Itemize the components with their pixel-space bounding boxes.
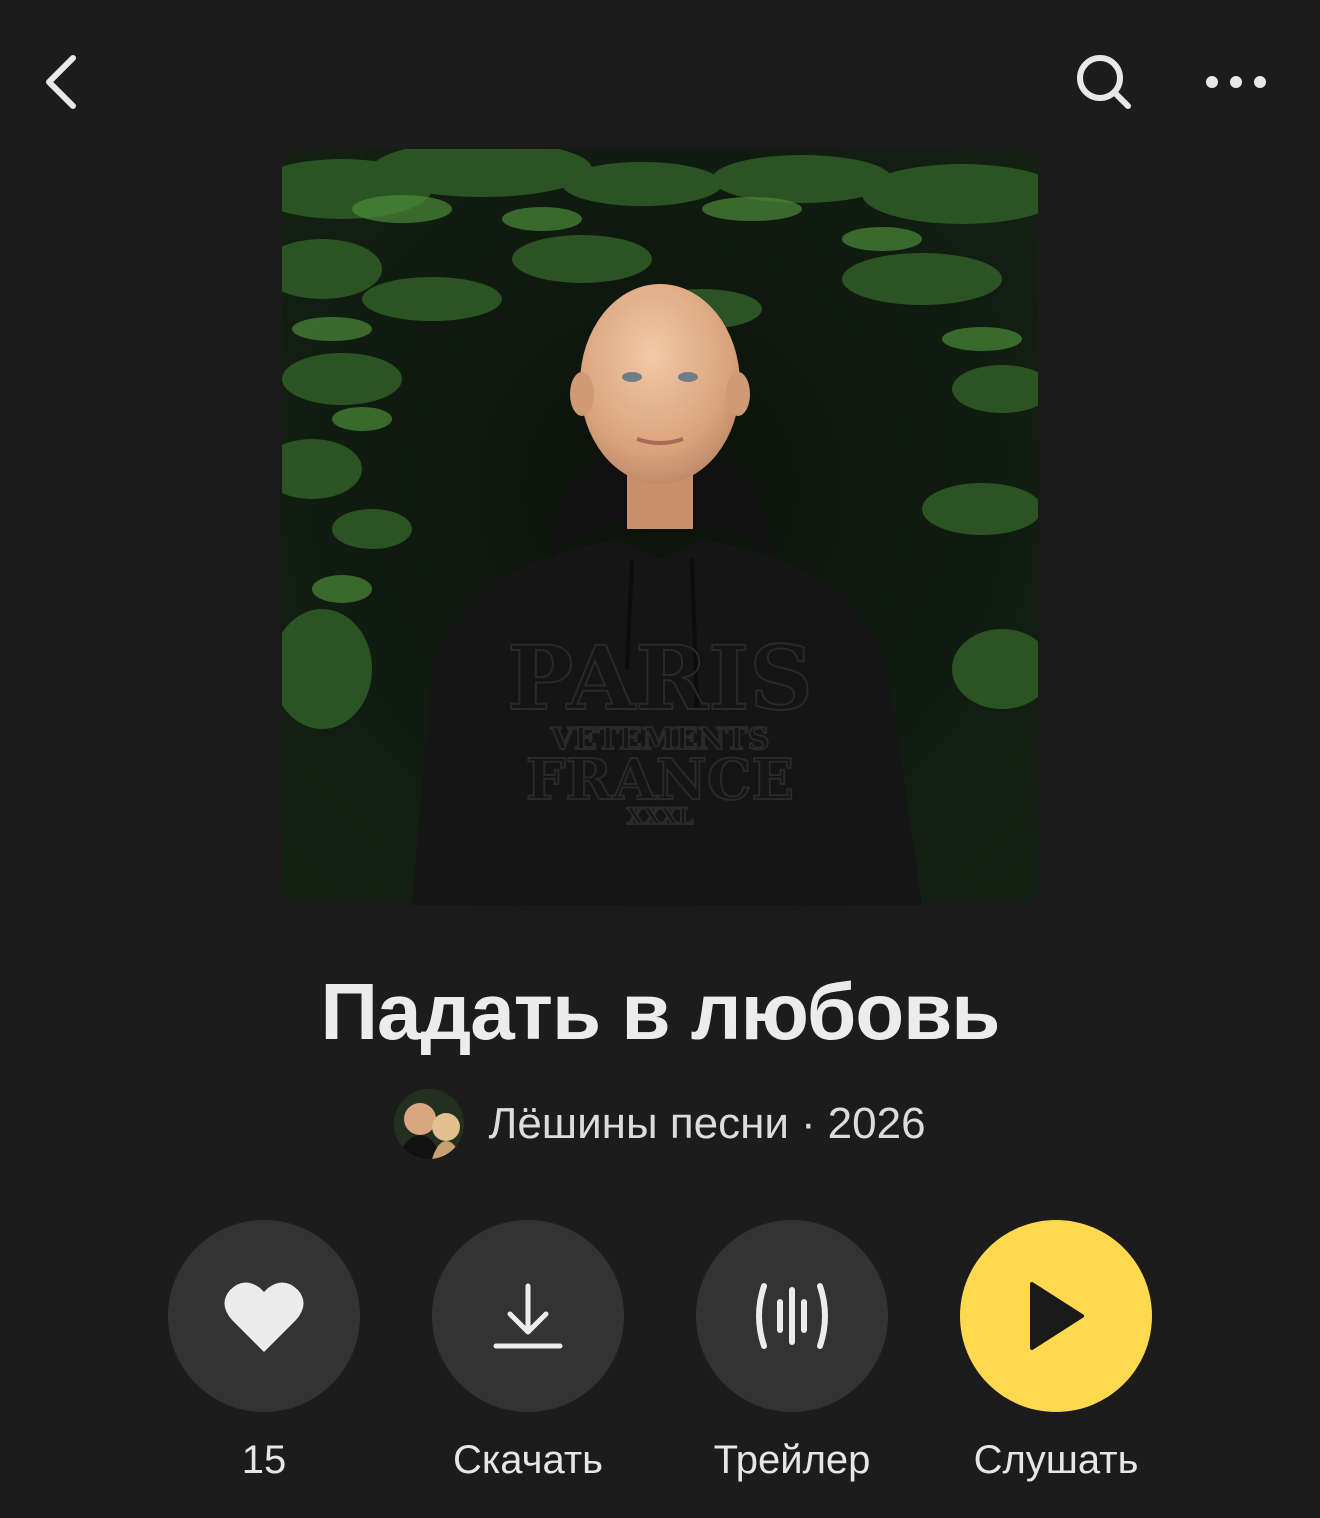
trailer-action: Трейлер xyxy=(672,1220,912,1483)
heart-icon xyxy=(224,1282,304,1352)
release-year: 2026 xyxy=(827,1099,926,1148)
album-cover: PARIS VETEMENTS FRANCE XXXL xyxy=(282,149,1038,905)
hoodie-text-paris: PARIS xyxy=(507,626,813,730)
artist-avatar[interactable] xyxy=(394,1089,465,1159)
album-cover-image: PARIS VETEMENTS FRANCE XXXL xyxy=(282,149,1038,905)
play-icon xyxy=(1030,1282,1084,1350)
back-button[interactable] xyxy=(22,40,106,124)
album-screen: PARIS VETEMENTS FRANCE XXXL Падать в люб… xyxy=(0,0,1320,1518)
artist-row[interactable]: Лёшины песни · 2026 xyxy=(0,1088,1320,1160)
trailer-label: Трейлер xyxy=(713,1438,871,1482)
trailer-button[interactable] xyxy=(696,1220,888,1412)
play-label: Слушать xyxy=(973,1438,1139,1482)
chevron-left-icon xyxy=(46,55,76,109)
play-action: Слушать xyxy=(936,1220,1176,1483)
download-button[interactable] xyxy=(432,1220,624,1412)
download-label: Скачать xyxy=(453,1438,603,1482)
more-dots-icon xyxy=(1206,76,1266,88)
trailer-waveform-icon xyxy=(756,1283,828,1349)
meta-separator: · xyxy=(801,1099,816,1148)
download-icon xyxy=(493,1283,563,1349)
album-title: Падать в любовь xyxy=(320,967,1001,1056)
like-button[interactable] xyxy=(168,1220,360,1412)
like-action: 15 xyxy=(144,1220,384,1483)
more-options-button[interactable] xyxy=(1194,40,1278,124)
like-count: 15 xyxy=(241,1438,287,1482)
play-button[interactable] xyxy=(960,1220,1152,1412)
hoodie-text-size: XXXL xyxy=(627,804,694,830)
artist-meta: Лёшины песни · 2026 xyxy=(488,1099,925,1149)
artist-name[interactable]: Лёшины песни xyxy=(488,1099,789,1149)
download-action: Скачать xyxy=(408,1220,648,1483)
